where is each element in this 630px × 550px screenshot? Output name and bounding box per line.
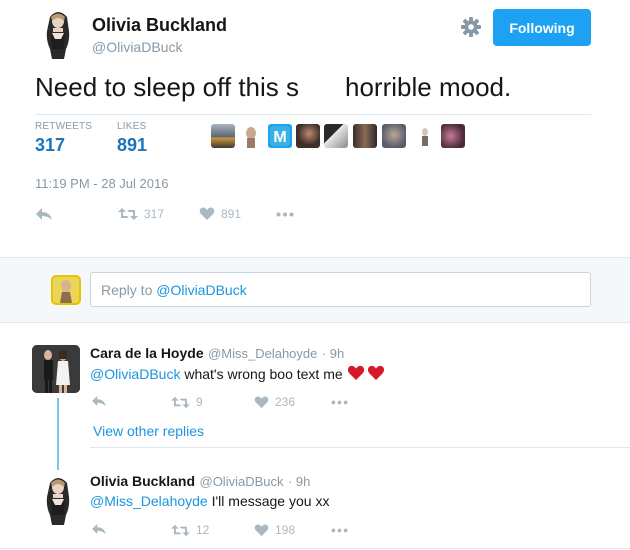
- heart-icon: [254, 524, 269, 536]
- reply-icon: [92, 395, 106, 407]
- reply-author-name[interactable]: Olivia Buckland: [90, 473, 195, 489]
- reply-prefix: Reply to: [101, 282, 157, 298]
- liker-avatar[interactable]: [353, 124, 377, 148]
- reply-mention-link[interactable]: @Miss_Delahoyde: [90, 493, 208, 509]
- tweet-text-end: horrible mood.: [345, 72, 512, 102]
- like-action[interactable]: 198: [254, 523, 295, 537]
- more-action[interactable]: [276, 212, 294, 217]
- author-handle[interactable]: @OliviaDBuck: [92, 39, 182, 55]
- reply-icon: [92, 523, 106, 535]
- gear-icon[interactable]: [460, 16, 482, 38]
- liker-avatar[interactable]: M: [268, 124, 292, 148]
- reply-time[interactable]: · 9h: [322, 346, 344, 361]
- reply-mention-link[interactable]: @OliviaDBuck: [90, 366, 180, 382]
- reply-action[interactable]: [35, 207, 53, 221]
- likes-label: LIKES: [117, 121, 147, 132]
- tweet-timestamp[interactable]: 11:19 PM - 28 Jul 2016: [35, 176, 168, 191]
- current-user-avatar[interactable]: [51, 275, 81, 305]
- more-icon: [276, 212, 294, 217]
- reply-body: I'll message you xx: [207, 493, 330, 509]
- reply-author-handle[interactable]: @OliviaDBuck: [200, 474, 284, 489]
- retweet-action[interactable]: 12: [171, 523, 209, 537]
- reply-header: Olivia Buckland @OliviaDBuck · 9h: [90, 473, 310, 491]
- more-action[interactable]: [331, 400, 348, 405]
- retweet-icon: [118, 208, 138, 220]
- divider: [35, 114, 591, 115]
- liker-avatar[interactable]: [239, 124, 263, 148]
- retweets-label: RETWEETS: [35, 121, 93, 132]
- reply-body: what's wrong boo text me: [180, 366, 343, 382]
- divider: [90, 447, 630, 448]
- redaction-mark: [299, 78, 346, 101]
- author-avatar[interactable]: [40, 9, 76, 59]
- like-count: 198: [275, 523, 296, 537]
- retweet-count: 9: [196, 395, 203, 409]
- reply-author-handle[interactable]: @Miss_Delahoyde: [208, 346, 317, 361]
- reply-avatar[interactable]: [40, 475, 76, 525]
- heart-icon: [199, 207, 215, 220]
- thread-connector: [57, 398, 59, 470]
- like-action[interactable]: 236: [254, 395, 295, 409]
- liker-avatar[interactable]: [296, 124, 320, 148]
- hearts-emoji: [347, 365, 385, 384]
- retweet-icon: [171, 396, 190, 408]
- retweet-icon: [171, 524, 190, 536]
- reply-author-name[interactable]: Cara de la Hoyde: [90, 345, 204, 361]
- likes-count[interactable]: 891: [117, 135, 147, 156]
- liker-avatar[interactable]: [324, 124, 348, 148]
- like-count: 891: [221, 207, 242, 221]
- reply-text: @OliviaDBuck what's wrong boo text me: [90, 365, 385, 384]
- retweets-count[interactable]: 317: [35, 135, 65, 156]
- more-action[interactable]: [331, 528, 348, 533]
- reply-input[interactable]: Reply to @OliviaDBuck: [90, 272, 591, 307]
- retweet-count: 317: [144, 207, 165, 221]
- reply-action[interactable]: [91, 395, 107, 407]
- tweet-header: Olivia Buckland @OliviaDBuck Following: [0, 0, 630, 70]
- liker-avatar[interactable]: [413, 124, 437, 148]
- like-action[interactable]: 891: [199, 207, 241, 221]
- reply-text: @Miss_Delahoyde I'll message you xx: [90, 493, 329, 509]
- like-count: 236: [275, 395, 296, 409]
- reply-action[interactable]: [91, 523, 107, 535]
- tweet-text-start: Need to sleep off this s: [35, 72, 300, 102]
- view-other-replies-link[interactable]: View other replies: [93, 423, 204, 439]
- retweet-action[interactable]: 9: [171, 395, 203, 409]
- more-icon: [331, 528, 348, 533]
- reply-box: Reply to @OliviaDBuck: [0, 257, 630, 323]
- more-icon: [331, 400, 348, 405]
- following-button[interactable]: Following: [493, 9, 591, 46]
- divider: [0, 548, 630, 549]
- reply-header: Cara de la Hoyde @Miss_Delahoyde · 9h: [90, 345, 344, 363]
- author-name[interactable]: Olivia Buckland: [92, 15, 227, 36]
- tweet-text: Need to sleep off this s horrible mood.: [35, 72, 511, 103]
- liker-avatar[interactable]: [382, 124, 406, 148]
- likers-avatars: M: [211, 124, 471, 150]
- retweet-action[interactable]: 317: [118, 207, 164, 221]
- svg-text:M: M: [273, 129, 286, 146]
- reply-icon: [36, 208, 52, 220]
- reply-avatar[interactable]: [32, 345, 80, 393]
- reply-time[interactable]: · 9h: [288, 474, 310, 489]
- reply-mention: @OliviaDBuck: [156, 282, 247, 298]
- heart-icon: [254, 396, 269, 408]
- liker-avatar[interactable]: [441, 124, 465, 148]
- liker-avatar[interactable]: [211, 124, 235, 148]
- retweet-count: 12: [196, 523, 210, 537]
